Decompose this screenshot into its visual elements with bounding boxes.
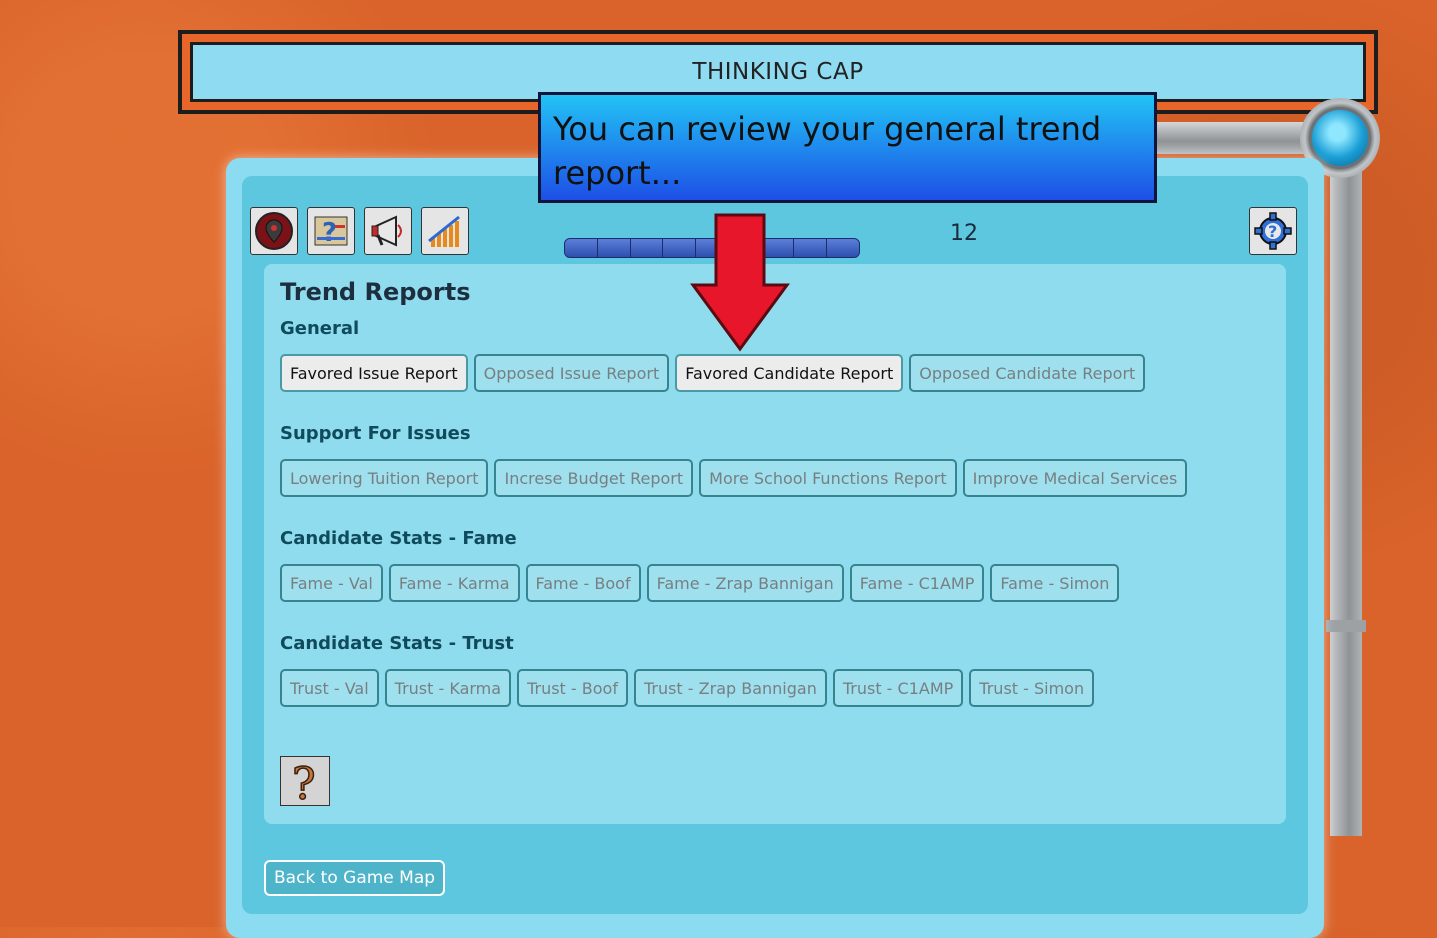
question-mark-icon[interactable]: ? [280,756,330,806]
thinking-cap-orb-icon[interactable] [1312,110,1368,166]
fame-button-row: Fame - Val Fame - Karma Fame - Boof Fame… [280,564,1120,602]
general-button-row: Favored Issue Report Opposed Issue Repor… [280,354,1146,392]
opposed-issue-report-button[interactable]: Opposed Issue Report [473,354,670,392]
issues-button-row: Lowering Tuition Report Increse Budget R… [280,459,1188,497]
fame-boof-button[interactable]: Fame - Boof [525,564,641,602]
fame-zrap-bannigan-button[interactable]: Fame - Zrap Bannigan [646,564,844,602]
back-to-game-map-button[interactable]: Back to Game Map [264,860,446,896]
fame-c1amp-button[interactable]: Fame - C1AMP [849,564,985,602]
counter-value: 12 [950,221,978,246]
trust-karma-button[interactable]: Trust - Karma [384,669,512,707]
fame-simon-button[interactable]: Fame - Simon [990,564,1120,602]
megaphone-icon[interactable] [364,207,412,255]
section-label-trust: Candidate Stats - Trust [280,633,514,654]
trust-c1amp-button[interactable]: Trust - C1AMP [832,669,964,707]
trust-val-button[interactable]: Trust - Val [280,669,379,707]
svg-text:?: ? [292,759,316,803]
decorative-pipe-vertical [1330,140,1362,836]
svg-text:?: ? [322,218,337,248]
favored-candidate-report-button[interactable]: Favored Candidate Report [675,354,904,392]
favored-issue-report-button[interactable]: Favored Issue Report [280,354,468,392]
trust-zrap-bannigan-button[interactable]: Trust - Zrap Bannigan [633,669,827,707]
increase-budget-report-button[interactable]: Increse Budget Report [494,459,694,497]
trust-button-row: Trust - Val Trust - Karma Trust - Boof T… [280,669,1095,707]
gear-help-icon[interactable]: ? [1249,207,1297,255]
opposed-candidate-report-button[interactable]: Opposed Candidate Report [909,354,1146,392]
improve-medical-services-button[interactable]: Improve Medical Services [962,459,1188,497]
fame-karma-button[interactable]: Fame - Karma [388,564,520,602]
page-title: Trend Reports [280,278,471,306]
down-arrow-icon [690,213,790,357]
more-school-functions-report-button[interactable]: More School Functions Report [699,459,957,497]
bar-chart-icon[interactable] [421,207,469,255]
lowering-tuition-report-button[interactable]: Lowering Tuition Report [280,459,489,497]
tutorial-tooltip: You can review your general trend report… [538,92,1157,203]
report-map-icon[interactable]: ? [307,207,355,255]
map-pin-icon[interactable] [250,207,298,255]
pipe-joint [1326,620,1366,632]
trust-boof-button[interactable]: Trust - Boof [517,669,628,707]
section-label-support-for-issues: Support For Issues [280,423,471,444]
section-label-general: General [280,318,360,339]
trust-simon-button[interactable]: Trust - Simon [969,669,1095,707]
svg-text:?: ? [1268,222,1277,241]
section-label-fame: Candidate Stats - Fame [280,528,517,549]
fame-val-button[interactable]: Fame - Val [280,564,383,602]
